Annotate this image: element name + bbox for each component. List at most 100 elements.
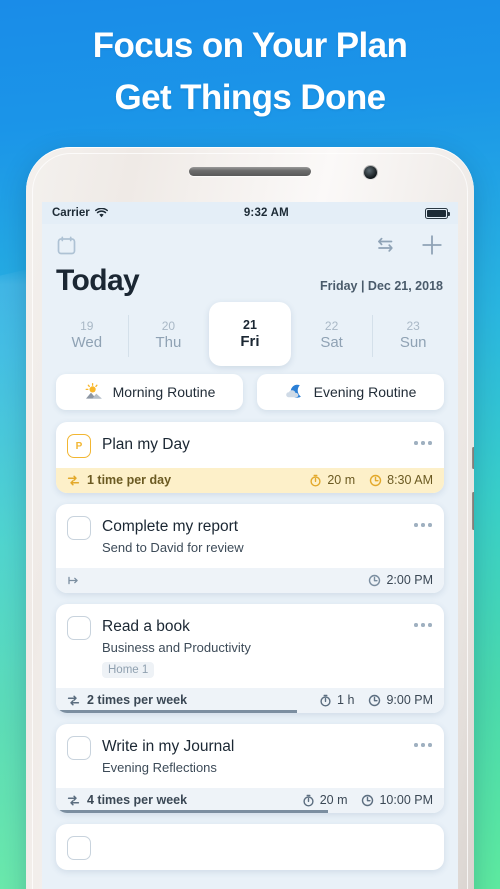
clock-icon xyxy=(369,474,382,487)
task-checkbox[interactable] xyxy=(67,736,91,761)
date-weekday: Sun xyxy=(399,334,427,352)
task-card[interactable]: Read a book Business and Productivity Ho… xyxy=(56,604,444,714)
task-card-footer: 2:00 PM xyxy=(56,568,444,594)
task-time: 2:00 PM xyxy=(368,573,433,587)
task-repeat-label: 1 time per day xyxy=(87,473,172,487)
moon-cloud-icon xyxy=(285,382,305,402)
task-card[interactable]: P Plan my Day 1 time per day 20 m 8:30 A… xyxy=(56,422,444,493)
task-meta: 20 m 10:00 PM xyxy=(302,793,433,807)
promo-headline: Focus on Your Plan Get Things Done xyxy=(0,20,500,124)
task-repeat: 2 times per week xyxy=(67,693,319,707)
task-card[interactable]: Write in my Journal Evening Reflections xyxy=(56,724,444,814)
phone-mockup: Carrier 9:32 AM Today Friday | Dec 21, 2… xyxy=(26,147,474,889)
date-cell-3[interactable]: 22 Sat xyxy=(291,308,373,364)
task-repeat-label: 2 times per week xyxy=(87,693,188,708)
more-options-icon[interactable] xyxy=(408,615,432,627)
task-checkbox[interactable] xyxy=(67,516,91,540)
task-card-footer: 2 times per week 1 h 9:00 PM xyxy=(56,688,444,714)
status-time: 9:32 AM xyxy=(243,207,289,219)
status-bar: Carrier 9:32 AM xyxy=(42,202,458,224)
date-cell-0[interactable]: 19 Wed xyxy=(46,308,128,364)
task-subtitle: Business and Productivity xyxy=(102,640,251,656)
date-cell-1[interactable]: 20 Thu xyxy=(127,308,210,364)
task-meta: 20 m 8:30 AM xyxy=(309,473,433,487)
task-tag[interactable]: Home 1 xyxy=(102,662,155,679)
task-repeat-label: 4 times per week xyxy=(87,793,188,808)
more-options-icon[interactable] xyxy=(408,735,432,747)
task-deadline xyxy=(67,574,368,587)
task-progress-bar xyxy=(56,810,328,814)
task-title: Complete my report xyxy=(102,518,239,535)
sunrise-icon xyxy=(84,382,104,402)
volume-down-button[interactable] xyxy=(472,492,474,530)
task-time-label: 10:00 PM xyxy=(379,793,433,808)
page-date-label: Friday | Dec 21, 2018 xyxy=(319,279,443,293)
task-duration-label: 20 m xyxy=(327,473,356,487)
task-card-body xyxy=(56,824,444,870)
stopwatch-icon xyxy=(309,474,322,487)
task-card-body: Read a book Business and Productivity Ho… xyxy=(56,604,444,688)
deadline-icon xyxy=(67,574,80,587)
clock-icon xyxy=(368,694,381,707)
date-cell-2-selected[interactable]: 21 Fri xyxy=(209,302,291,366)
task-card-body: P Plan my Day xyxy=(56,422,444,468)
repeat-icon xyxy=(67,474,80,487)
task-time: 8:30 AM xyxy=(369,473,433,487)
task-title: Write in my Journal xyxy=(102,738,235,756)
task-repeat: 1 time per day xyxy=(67,473,309,487)
date-number: 20 xyxy=(161,318,176,333)
page-title: Today xyxy=(56,264,140,297)
date-selector: 19 Wed 20 Thu 21 Fri 22 Sat 23 Sun xyxy=(42,302,458,366)
task-time-label: 8:30 AM xyxy=(387,473,433,487)
morning-routine-button[interactable]: Morning Routine xyxy=(56,374,243,410)
app-toolbar xyxy=(42,224,458,266)
task-checkbox[interactable] xyxy=(67,616,91,641)
stopwatch-icon xyxy=(319,694,332,707)
evening-routine-button[interactable]: Evening Routine xyxy=(257,374,444,410)
task-title: Read a book xyxy=(102,618,190,636)
wifi-icon xyxy=(94,208,108,218)
date-cell-4[interactable]: 23 Sun xyxy=(372,308,454,364)
date-weekday: Sat xyxy=(320,334,343,352)
task-subtitle: Evening Reflections xyxy=(102,760,217,776)
task-meta: 2:00 PM xyxy=(368,573,433,587)
status-left: Carrier xyxy=(52,207,108,219)
task-checkbox[interactable] xyxy=(67,836,91,861)
task-list: P Plan my Day 1 time per day 20 m 8:30 A… xyxy=(42,410,458,871)
toolbar-actions xyxy=(377,233,444,257)
routine-buttons: Morning Routine Evening Routine xyxy=(42,364,458,410)
battery-full-icon xyxy=(425,207,450,219)
date-number: 23 xyxy=(406,318,420,333)
task-repeat: 4 times per week xyxy=(67,793,302,807)
task-card-body: Write in my Journal Evening Reflections xyxy=(56,724,444,788)
task-time: 9:00 PM xyxy=(368,693,433,707)
evening-routine-label: Evening Routine xyxy=(313,384,417,400)
task-card-body: Complete my report Send to David for rev… xyxy=(56,504,444,568)
task-texts: Write in my Journal Evening Reflections xyxy=(91,735,408,778)
date-number: 22 xyxy=(324,318,339,333)
task-duration: 20 m xyxy=(309,473,355,487)
task-time: 10:00 PM xyxy=(361,793,433,807)
task-meta: 1 h 9:00 PM xyxy=(319,693,433,707)
task-texts: Read a book Business and Productivity Ho… xyxy=(91,615,408,679)
more-options-icon[interactable] xyxy=(408,515,432,527)
task-card[interactable]: Complete my report Send to David for rev… xyxy=(56,504,444,594)
repeat-icon xyxy=(67,694,80,707)
task-duration: 1 h xyxy=(319,693,354,707)
front-camera xyxy=(364,166,377,179)
plus-icon[interactable] xyxy=(420,233,444,257)
task-progress-bar xyxy=(56,710,297,714)
calendar-icon[interactable] xyxy=(56,235,77,256)
task-letter-badge[interactable]: P xyxy=(67,434,91,458)
date-number: 21 xyxy=(243,317,257,332)
headline-line-2: Get Things Done xyxy=(114,77,386,117)
volume-up-button[interactable] xyxy=(472,447,474,469)
carrier-label: Carrier xyxy=(52,207,90,219)
filter-sliders-icon[interactable] xyxy=(377,236,398,255)
date-weekday: Thu xyxy=(155,334,182,352)
stopwatch-icon xyxy=(302,794,315,807)
date-weekday: Wed xyxy=(71,334,103,352)
repeat-icon xyxy=(67,794,80,807)
task-card-partial[interactable] xyxy=(56,824,444,871)
more-options-icon[interactable] xyxy=(408,433,432,445)
